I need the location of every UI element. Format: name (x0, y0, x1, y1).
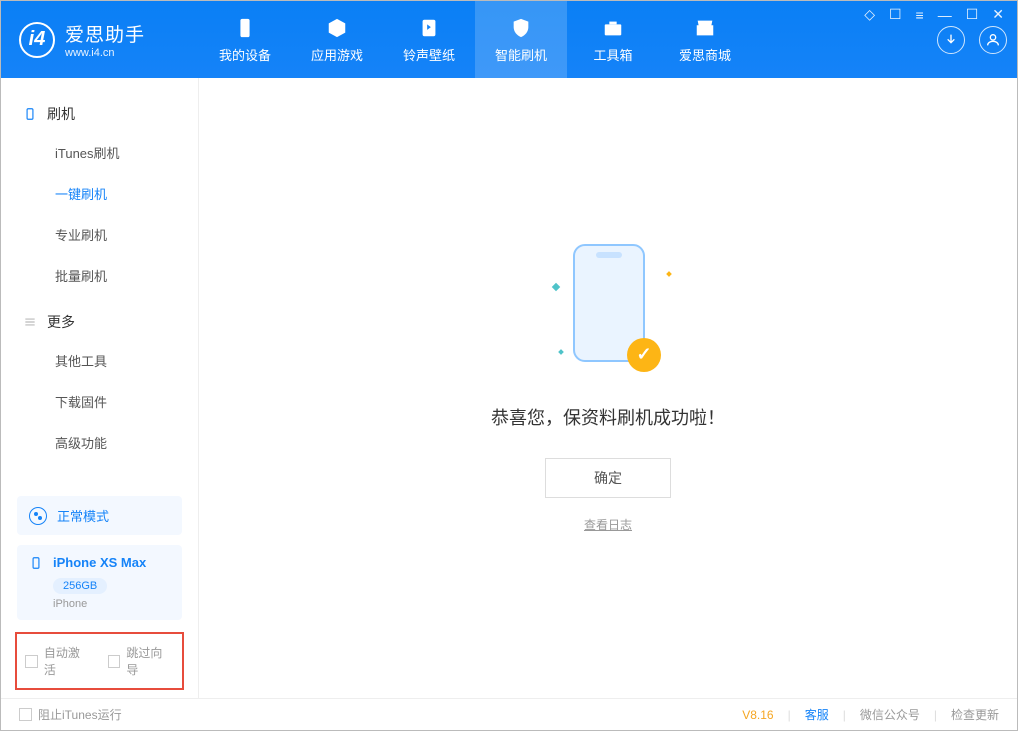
user-button[interactable] (979, 26, 1007, 54)
ok-button[interactable]: 确定 (545, 458, 671, 498)
minimize-icon[interactable]: — (938, 7, 952, 23)
store-icon (693, 16, 717, 40)
close-icon[interactable]: ✕ (992, 6, 1004, 23)
window-controls: ◇ ☐ ≡ — ☐ ✕ (864, 6, 1004, 23)
skin-icon[interactable]: ◇ (864, 6, 875, 23)
sidebar-item-itunes-flash[interactable]: iTunes刷机 (1, 132, 198, 173)
highlighted-options: 自动激活 跳过向导 (15, 632, 184, 690)
view-log-link[interactable]: 查看日志 (584, 516, 632, 533)
sidebar-section-more: 更多 (1, 304, 198, 340)
maximize-icon[interactable]: ☐ (966, 6, 979, 23)
tab-label: 应用游戏 (311, 45, 363, 64)
phone-icon (29, 556, 43, 570)
phone-icon (233, 16, 257, 40)
main-content: 恭喜您，保资料刷机成功啦！ 确定 查看日志 (199, 78, 1017, 698)
sidebar: 刷机 iTunes刷机 一键刷机 专业刷机 批量刷机 更多 其他工具 下载固件 … (1, 78, 199, 698)
app-subtitle: www.i4.cn (65, 47, 145, 59)
download-button[interactable] (937, 26, 965, 54)
tab-store[interactable]: 爱思商城 (659, 1, 751, 78)
tab-apps-games[interactable]: 应用游戏 (291, 1, 383, 78)
device-box[interactable]: iPhone XS Max 256GB iPhone (17, 545, 182, 620)
app-header: i4 爱思助手 www.i4.cn 我的设备 应用游戏 铃声壁纸 智能刷机 工具… (1, 1, 1017, 78)
sidebar-item-batch-flash[interactable]: 批量刷机 (1, 255, 198, 296)
toolbox-icon (601, 16, 625, 40)
nav-tabs: 我的设备 应用游戏 铃声壁纸 智能刷机 工具箱 爱思商城 (199, 1, 751, 78)
tab-label: 爱思商城 (679, 45, 731, 64)
support-link[interactable]: 客服 (805, 706, 829, 723)
menu-icon[interactable]: ≡ (916, 7, 924, 23)
sidebar-item-pro-flash[interactable]: 专业刷机 (1, 214, 198, 255)
sidebar-item-advanced[interactable]: 高级功能 (1, 422, 198, 463)
music-icon (417, 16, 441, 40)
feedback-icon[interactable]: ☐ (889, 6, 902, 23)
sidebar-item-onekey-flash[interactable]: 一键刷机 (1, 173, 198, 214)
device-storage-badge: 256GB (53, 578, 107, 594)
auto-activate-checkbox[interactable]: 自动激活 (25, 644, 92, 678)
tab-label: 铃声壁纸 (403, 45, 455, 64)
mode-label: 正常模式 (57, 506, 109, 525)
footer: 阻止iTunes运行 V8.16 | 客服 | 微信公众号 | 检查更新 (1, 698, 1017, 730)
success-message: 恭喜您，保资料刷机成功啦！ (491, 404, 725, 430)
shield-icon (509, 16, 533, 40)
logo-icon: i4 (19, 22, 55, 58)
cube-icon (325, 16, 349, 40)
sidebar-item-download-firmware[interactable]: 下载固件 (1, 381, 198, 422)
success-illustration (553, 244, 663, 374)
device-name: iPhone XS Max (53, 555, 146, 570)
device-icon (23, 107, 37, 121)
tab-smart-flash[interactable]: 智能刷机 (475, 1, 567, 78)
tab-ringtones-wallpapers[interactable]: 铃声壁纸 (383, 1, 475, 78)
tab-my-device[interactable]: 我的设备 (199, 1, 291, 78)
mode-icon (29, 507, 47, 525)
skip-wizard-checkbox[interactable]: 跳过向导 (108, 644, 175, 678)
wechat-link[interactable]: 微信公众号 (860, 706, 920, 723)
logo-block: i4 爱思助手 www.i4.cn (19, 20, 199, 59)
tab-label: 工具箱 (593, 45, 632, 64)
tab-toolbox[interactable]: 工具箱 (567, 1, 659, 78)
mode-box[interactable]: 正常模式 (17, 496, 182, 535)
sidebar-section-flash: 刷机 (1, 96, 198, 132)
block-itunes-checkbox[interactable]: 阻止iTunes运行 (19, 706, 122, 723)
tab-label: 我的设备 (219, 45, 271, 64)
device-type: iPhone (53, 598, 170, 610)
tab-label: 智能刷机 (495, 45, 547, 64)
sidebar-item-other-tools[interactable]: 其他工具 (1, 340, 198, 381)
version-label: V8.16 (742, 708, 773, 722)
checkmark-icon (627, 338, 661, 372)
app-title: 爱思助手 (65, 20, 145, 47)
check-update-link[interactable]: 检查更新 (951, 706, 999, 723)
menu-icon (23, 315, 37, 329)
